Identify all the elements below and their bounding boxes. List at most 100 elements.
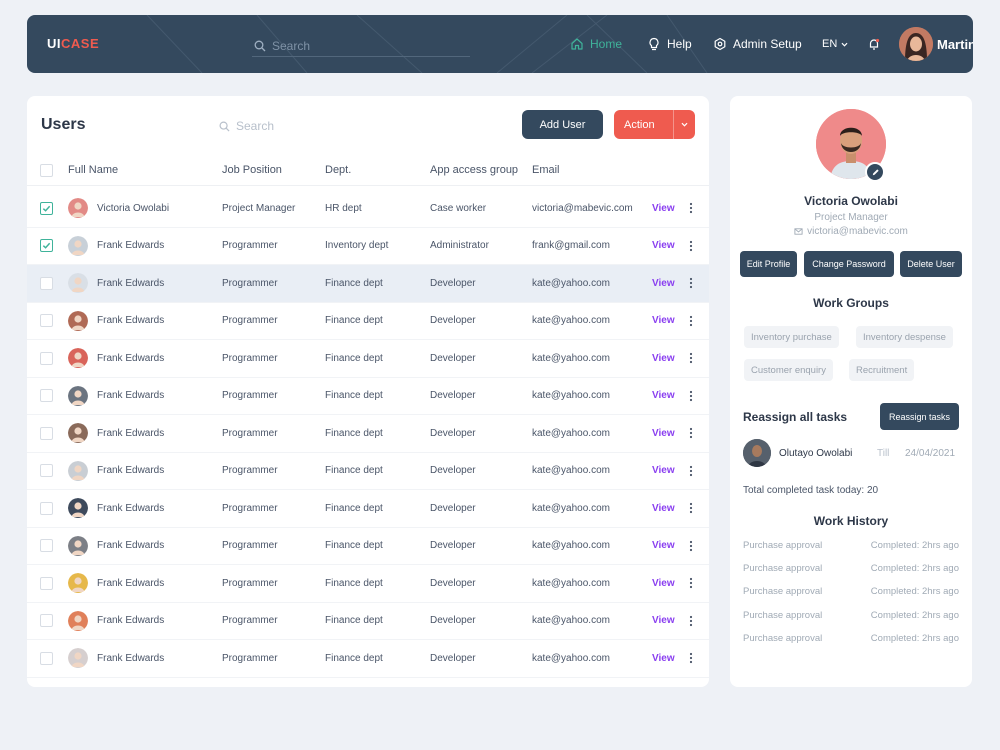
- user-avatar: [68, 385, 88, 406]
- view-user-link[interactable]: View: [652, 565, 675, 602]
- view-user-link[interactable]: View: [652, 415, 675, 452]
- row-checkbox[interactable]: [40, 501, 53, 515]
- notifications-button[interactable]: [867, 15, 881, 73]
- user-full-name: Frank Edwards: [97, 390, 165, 402]
- edit-profile-button[interactable]: Edit Profile: [740, 251, 797, 277]
- user-avatar: [68, 423, 88, 444]
- user-avatar[interactable]: [899, 27, 933, 61]
- more-options-icon[interactable]: [689, 240, 693, 252]
- more-options-icon[interactable]: [689, 540, 693, 552]
- column-header-dept[interactable]: Dept.: [325, 154, 351, 186]
- more-options-icon[interactable]: [689, 615, 693, 627]
- table-row[interactable]: Frank Edwards Programmer Finance dept Devel…: [27, 378, 709, 415]
- view-user-link[interactable]: View: [652, 228, 675, 265]
- reassign-tasks-button[interactable]: Reassign tasks: [880, 403, 959, 430]
- more-options-icon[interactable]: [689, 352, 693, 364]
- more-options-icon[interactable]: [689, 315, 693, 327]
- add-user-button[interactable]: Add User: [522, 110, 603, 139]
- delete-user-button[interactable]: Delete User: [900, 251, 962, 277]
- language-label: EN: [822, 38, 838, 50]
- row-checkbox[interactable]: [40, 614, 53, 628]
- column-header-full-name[interactable]: Full Name: [68, 154, 118, 186]
- view-user-link[interactable]: View: [652, 340, 675, 377]
- work-history-item: Purchase approval Completed: 2hrs ago: [743, 540, 959, 551]
- row-checkbox[interactable]: [40, 239, 53, 253]
- view-user-link[interactable]: View: [652, 528, 675, 565]
- table-row[interactable]: Frank Edwards Programmer Finance dept Devel…: [27, 640, 709, 678]
- user-dept: Finance dept: [325, 540, 383, 552]
- select-all-checkbox[interactable]: [40, 163, 53, 177]
- table-row[interactable]: Frank Edwards Programmer Finance dept Devel…: [27, 415, 709, 453]
- column-header-job-position[interactable]: Job Position: [222, 154, 282, 186]
- view-user-link[interactable]: View: [652, 378, 675, 415]
- view-user-link[interactable]: View: [652, 453, 675, 490]
- table-row[interactable]: Victoria Owolabi Project Manager HR dept Ca…: [27, 190, 709, 228]
- table-row[interactable]: Frank Edwards Programmer Finance dept Devel…: [27, 603, 709, 640]
- user-email: frank@gmail.com: [532, 240, 610, 252]
- user-full-name: Frank Edwards: [97, 465, 165, 477]
- more-options-icon[interactable]: [689, 390, 693, 402]
- row-checkbox[interactable]: [40, 539, 53, 553]
- users-search-input[interactable]: [236, 119, 356, 133]
- user-job-position: Programmer: [222, 352, 278, 364]
- language-selector[interactable]: EN: [822, 15, 849, 73]
- work-groups-title: Work Groups: [813, 296, 889, 310]
- more-options-icon[interactable]: [689, 577, 693, 589]
- user-dept: Finance dept: [325, 277, 383, 289]
- table-row[interactable]: Frank Edwards Programmer Finance dept Devel…: [27, 303, 709, 340]
- user-avatar: [68, 648, 88, 669]
- row-checkbox[interactable]: [40, 651, 53, 665]
- row-more-cell: [689, 303, 693, 340]
- top-search-input[interactable]: [272, 38, 452, 53]
- row-checkbox[interactable]: [40, 201, 53, 215]
- column-header-access-group[interactable]: App access group: [430, 154, 518, 186]
- table-row[interactable]: Frank Edwards Programmer Finance dept Devel…: [27, 340, 709, 378]
- app-logo[interactable]: UICASE: [47, 36, 99, 51]
- table-row[interactable]: Frank Edwards Programmer Finance dept Devel…: [27, 528, 709, 565]
- work-group-chip[interactable]: Customer enquiry: [744, 359, 833, 381]
- action-dropdown-button[interactable]: Action: [614, 110, 695, 139]
- view-user-link[interactable]: View: [652, 490, 675, 527]
- change-password-button[interactable]: Change Password: [804, 251, 894, 277]
- row-checkbox[interactable]: [40, 276, 53, 290]
- user-name: Martin: [937, 36, 973, 52]
- gear-icon: [714, 37, 726, 51]
- more-options-icon[interactable]: [689, 277, 693, 289]
- more-options-icon[interactable]: [689, 502, 693, 514]
- row-more-cell: [689, 265, 693, 302]
- nav-home[interactable]: Home: [570, 15, 622, 73]
- more-options-icon[interactable]: [689, 202, 693, 214]
- column-header-email[interactable]: Email: [532, 154, 560, 186]
- row-checkbox[interactable]: [40, 351, 53, 365]
- table-row[interactable]: Frank Edwards Programmer Finance dept Devel…: [27, 565, 709, 603]
- row-select-cell: [40, 303, 53, 340]
- user-access-group: Developer: [430, 277, 476, 289]
- table-row[interactable]: Frank Edwards Programmer Finance dept Devel…: [27, 490, 709, 528]
- edit-avatar-button[interactable]: [865, 162, 885, 182]
- row-checkbox[interactable]: [40, 576, 53, 590]
- view-user-link[interactable]: View: [652, 603, 675, 640]
- table-row[interactable]: Frank Edwards Programmer Inventory dept Adm…: [27, 228, 709, 265]
- table-row[interactable]: Frank Edwards Programmer Finance dept Devel…: [27, 453, 709, 490]
- work-group-chip[interactable]: Recruitment: [849, 359, 915, 381]
- row-checkbox[interactable]: [40, 389, 53, 403]
- row-checkbox[interactable]: [40, 464, 53, 478]
- row-checkbox[interactable]: [40, 426, 53, 440]
- row-select-cell: [40, 603, 53, 640]
- user-full-name: Frank Edwards: [97, 427, 165, 439]
- more-options-icon[interactable]: [689, 427, 693, 439]
- nav-help[interactable]: Help: [647, 15, 692, 73]
- view-user-link[interactable]: View: [652, 190, 675, 227]
- table-row[interactable]: Frank Edwards Programmer Finance dept Devel…: [27, 265, 709, 303]
- view-user-link[interactable]: View: [652, 303, 675, 340]
- user-menu[interactable]: Martin: [937, 15, 973, 73]
- work-group-chip[interactable]: Inventory despense: [856, 326, 953, 348]
- view-user-link[interactable]: View: [652, 640, 675, 677]
- more-options-icon[interactable]: [689, 465, 693, 477]
- profile-role: Project Manager: [814, 212, 888, 223]
- nav-admin-setup[interactable]: Admin Setup: [713, 15, 802, 73]
- work-group-chip[interactable]: Inventory purchase: [744, 326, 839, 348]
- row-checkbox[interactable]: [40, 314, 53, 328]
- view-user-link[interactable]: View: [652, 265, 675, 302]
- more-options-icon[interactable]: [689, 652, 693, 664]
